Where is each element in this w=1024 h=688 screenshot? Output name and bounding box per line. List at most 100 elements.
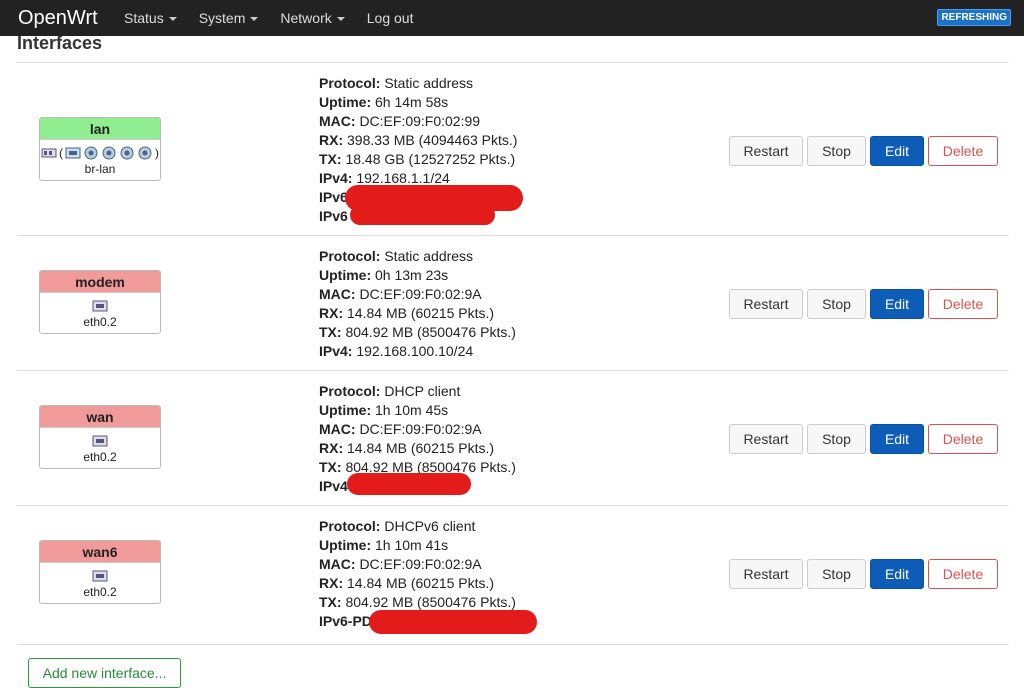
brand-logo[interactable]: OpenWrt <box>18 7 114 30</box>
interface-row-wan6: wan6 eth0.2 Protocol: DHCPv6 client Upti… <box>17 505 1009 645</box>
rx-value: 14.84 MB (60215 Pkts.) <box>347 575 495 591</box>
interface-badge-body: ( ) br-lan <box>40 140 160 180</box>
interface-row-modem: modem eth0.2 Protocol: Static address Up… <box>17 235 1009 370</box>
interface-badge-body: eth0.2 <box>40 563 160 603</box>
rx-value: 398.33 MB (4094463 Pkts.) <box>347 132 518 148</box>
rx-value: 14.84 MB (60215 Pkts.) <box>347 440 495 456</box>
add-interface-button[interactable]: Add new interface... <box>28 658 181 688</box>
rx-label: RX: <box>319 305 344 321</box>
edit-button[interactable]: Edit <box>870 289 924 319</box>
tx-label: TX: <box>319 151 342 167</box>
mac-label: MAC: <box>319 421 356 437</box>
protocol-label: Protocol: <box>319 383 381 399</box>
redaction-mark <box>369 610 537 634</box>
device-icons <box>40 297 160 315</box>
mac-label: MAC: <box>319 113 356 129</box>
restart-button[interactable]: Restart <box>729 424 803 454</box>
restart-button[interactable]: Restart <box>729 289 803 319</box>
menu-system-label: System <box>198 10 246 26</box>
rx-label: RX: <box>319 132 344 148</box>
interface-name: modem <box>40 271 160 293</box>
stop-button[interactable]: Stop <box>807 559 866 589</box>
tx-label: TX: <box>319 594 342 610</box>
menu-logout-label: Log out <box>366 10 414 26</box>
rx-label: RX: <box>319 575 344 591</box>
delete-button[interactable]: Delete <box>928 289 998 319</box>
mac-value: DC:EF:09:F0:02:9A <box>359 286 482 302</box>
device-icons <box>40 432 160 450</box>
interface-name: wan <box>40 406 160 428</box>
protocol-value: Static address <box>384 75 474 91</box>
row-actions: Restart Stop Edit Delete <box>729 289 998 319</box>
uptime-label: Uptime: <box>319 402 372 418</box>
paren-open: ( <box>59 146 63 160</box>
chevron-down-icon <box>168 17 177 22</box>
tx-value: 804.92 MB (8500476 Pkts.) <box>345 594 516 610</box>
stop-button[interactable]: Stop <box>807 136 866 166</box>
delete-button[interactable]: Delete <box>928 424 998 454</box>
protocol-label: Protocol: <box>319 518 381 534</box>
row-actions: Restart Stop Edit Delete <box>729 136 998 166</box>
rx-value: 14.84 MB (60215 Pkts.) <box>347 305 495 321</box>
uptime-label: Uptime: <box>319 267 372 283</box>
protocol-value: DHCPv6 client <box>384 518 476 534</box>
tx-value: 804.92 MB (8500476 Pkts.) <box>345 324 516 340</box>
interfaces-table: lan ( ) br-lan Protocol: Static address … <box>17 62 1009 645</box>
paren-close: ) <box>155 146 159 160</box>
wifi-icon <box>138 146 152 160</box>
redaction-mark <box>350 205 495 225</box>
tx-label: TX: <box>319 324 342 340</box>
chevron-down-icon <box>250 17 259 22</box>
ipv6-label: IPv6 <box>319 189 348 205</box>
mac-label: MAC: <box>319 556 356 572</box>
ipv4-value: 192.168.1.1/24 <box>356 170 450 186</box>
interface-row-lan: lan ( ) br-lan Protocol: Static address … <box>17 62 1009 235</box>
tx-value: 18.48 GB (12527252 Pkts.) <box>345 151 516 167</box>
edit-button[interactable]: Edit <box>870 136 924 166</box>
uptime-label: Uptime: <box>319 94 372 110</box>
ipv6-label: IPv6 <box>319 208 348 224</box>
uptime-value: 1h 10m 45s <box>375 402 449 418</box>
interface-badge-wan6: wan6 eth0.2 <box>39 540 161 604</box>
stop-button[interactable]: Stop <box>807 424 866 454</box>
wifi-icon <box>102 146 116 160</box>
bridge-device-icons: ( ) <box>40 144 160 162</box>
top-navbar: OpenWrt Status System Network Log out RE… <box>0 0 1024 36</box>
ipv4-label: IPv4: <box>319 170 353 186</box>
menu-status-label: Status <box>124 10 164 26</box>
ipv4-label: IPv4 <box>319 478 348 494</box>
mac-value: DC:EF:09:F0:02:9A <box>359 556 482 572</box>
row-actions: Restart Stop Edit Delete <box>729 424 998 454</box>
restart-button[interactable]: Restart <box>729 136 803 166</box>
device-name: eth0.2 <box>83 585 117 599</box>
ipv4-value: 192.168.100.10/24 <box>356 343 474 359</box>
uptime-value: 0h 13m 23s <box>375 267 449 283</box>
protocol-label: Protocol: <box>319 248 381 264</box>
chevron-down-icon <box>336 17 345 22</box>
menu-network-label: Network <box>280 10 332 26</box>
wifi-icon <box>84 146 98 160</box>
edit-button[interactable]: Edit <box>870 424 924 454</box>
mac-value: DC:EF:09:F0:02:99 <box>359 113 481 129</box>
ethernet-port-icon <box>92 300 108 312</box>
delete-button[interactable]: Delete <box>928 559 998 589</box>
device-name: eth0.2 <box>83 450 117 464</box>
interface-badge-lan: lan ( ) br-lan <box>39 117 161 181</box>
interface-badge-wan: wan eth0.2 <box>39 405 161 469</box>
delete-button[interactable]: Delete <box>928 136 998 166</box>
menu-status[interactable]: Status <box>124 10 177 26</box>
interface-badge-modem: modem eth0.2 <box>39 270 161 334</box>
row-actions: Restart Stop Edit Delete <box>729 559 998 589</box>
refreshing-badge[interactable]: REFRESHING <box>937 9 1011 26</box>
ethernet-port-icon <box>92 570 108 582</box>
mac-value: DC:EF:09:F0:02:9A <box>359 421 482 437</box>
menu-system[interactable]: System <box>199 10 259 26</box>
device-name: eth0.2 <box>83 315 117 329</box>
edit-button[interactable]: Edit <box>870 559 924 589</box>
menu-network[interactable]: Network <box>280 10 345 26</box>
menu-logout[interactable]: Log out <box>367 10 414 26</box>
ethernet-port-icon <box>92 435 108 447</box>
rx-label: RX: <box>319 440 344 456</box>
stop-button[interactable]: Stop <box>807 289 866 319</box>
restart-button[interactable]: Restart <box>729 559 803 589</box>
